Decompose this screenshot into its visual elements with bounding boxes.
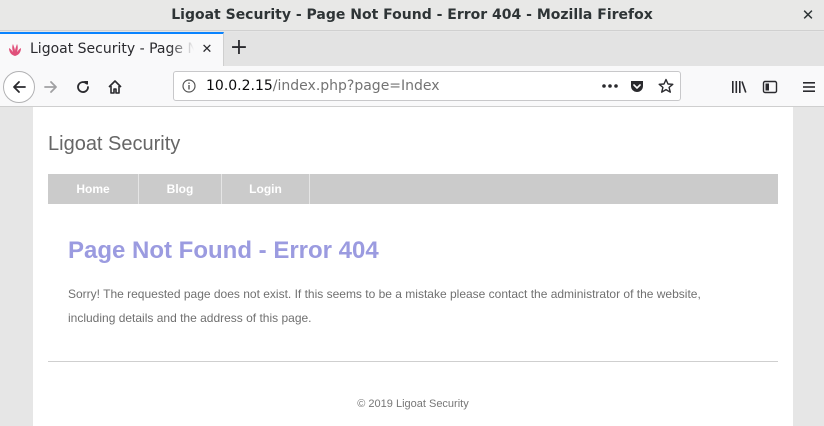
library-icon[interactable]: [724, 72, 754, 102]
hamburger-menu-icon[interactable]: [794, 72, 824, 102]
window-titlebar: Ligoat Security - Page Not Found - Error…: [0, 0, 824, 31]
forward-arrow-icon[interactable]: [36, 72, 66, 102]
page-container: Ligoat Security Home Blog Login Page Not…: [33, 107, 793, 426]
info-icon[interactable]: [182, 79, 196, 93]
nav-toolbar: 10.0.2.15/index.php?page=Index: [0, 66, 824, 107]
url-bar[interactable]: 10.0.2.15/index.php?page=Index: [173, 71, 681, 101]
back-arrow-icon[interactable]: [3, 71, 35, 103]
tab-title: Ligoat Security - Page Not Found - Error…: [30, 41, 194, 57]
nav-home-link[interactable]: Home: [48, 174, 139, 204]
close-icon[interactable]: ✕: [800, 7, 816, 23]
reload-icon[interactable]: [68, 72, 98, 102]
site-nav-menu: Home Blog Login: [48, 174, 778, 204]
tab-active[interactable]: Ligoat Security - Page Not Found - Error…: [0, 32, 224, 66]
site-title[interactable]: Ligoat Security: [48, 133, 180, 156]
error-message: Sorry! The requested page does not exist…: [68, 287, 701, 325]
favicon-icon: [9, 44, 21, 56]
footer-copyright: © 2019 Ligoat Security: [357, 398, 469, 410]
pocket-icon[interactable]: [627, 76, 647, 96]
sidebar-icon[interactable]: [755, 72, 785, 102]
plus-icon[interactable]: +: [228, 36, 250, 60]
nav-blog-link[interactable]: Blog: [139, 174, 222, 204]
home-icon[interactable]: [100, 72, 130, 102]
more-dots-icon[interactable]: [600, 76, 620, 96]
url-text[interactable]: 10.0.2.15/index.php?page=Index: [206, 72, 440, 100]
divider: [48, 361, 778, 362]
bookmark-star-icon[interactable]: [656, 76, 676, 96]
tab-strip: Ligoat Security - Page Not Found - Error…: [0, 32, 824, 66]
web-viewport: Ligoat Security Home Blog Login Page Not…: [0, 107, 824, 426]
url-path: /index.php?page=Index: [272, 78, 440, 94]
page-heading: Page Not Found - Error 404: [68, 237, 379, 264]
tab-close-icon[interactable]: ✕: [199, 42, 215, 58]
url-host: 10.0.2.15: [206, 78, 273, 94]
nav-login-link[interactable]: Login: [222, 174, 310, 204]
window-title: Ligoat Security - Page Not Found - Error…: [171, 7, 653, 23]
